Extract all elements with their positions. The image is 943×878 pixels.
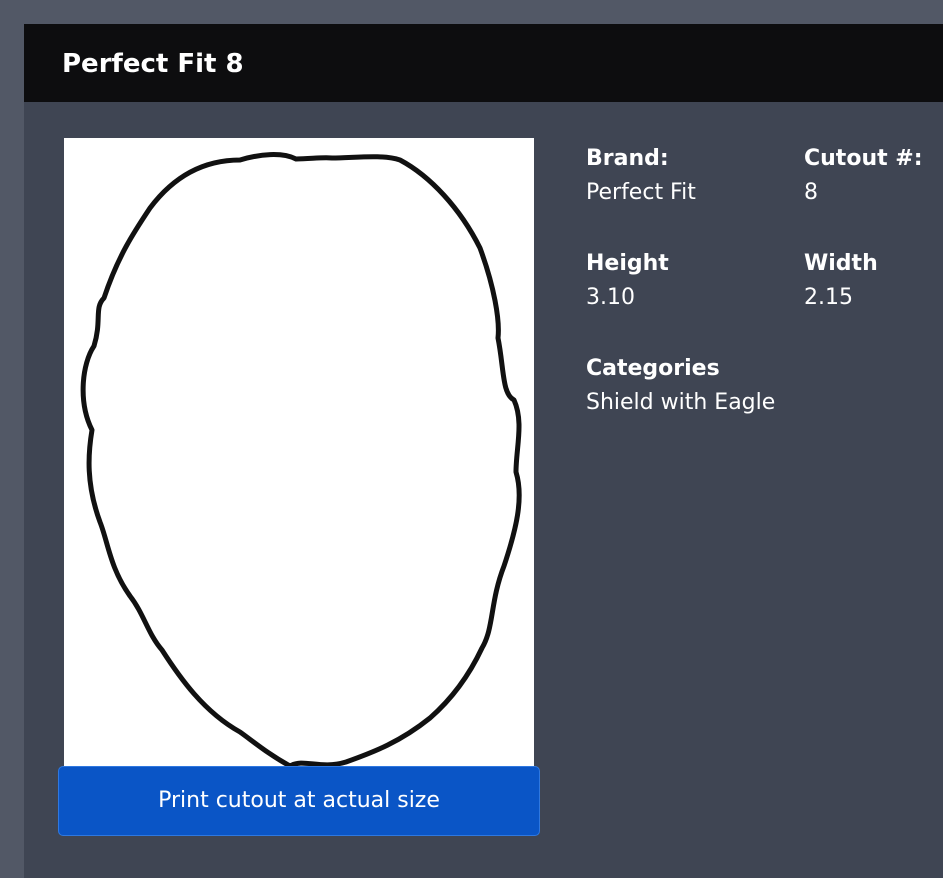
panel-header: Perfect Fit 8 bbox=[24, 24, 943, 102]
width-label: Width bbox=[804, 251, 878, 276]
cutout-detail-panel: Perfect Fit 8 Print cutout at actual siz… bbox=[24, 24, 943, 878]
categories-label: Categories bbox=[586, 356, 720, 381]
cutout-number-field: Cutout #: 8 bbox=[804, 144, 923, 208]
height-field: Height 3.10 bbox=[586, 249, 669, 313]
cutout-number-label: Cutout #: bbox=[804, 146, 923, 171]
brand-value: Perfect Fit bbox=[586, 180, 696, 205]
brand-label: Brand: bbox=[586, 146, 669, 171]
cutout-preview bbox=[64, 138, 534, 768]
height-label: Height bbox=[586, 251, 669, 276]
categories-value[interactable]: Shield with Eagle bbox=[586, 388, 775, 418]
categories-field: Categories Shield with Eagle bbox=[586, 354, 775, 418]
height-value: 3.10 bbox=[586, 285, 635, 310]
cutout-number-value: 8 bbox=[804, 180, 818, 205]
page-title: Perfect Fit 8 bbox=[62, 49, 244, 79]
oval-cutout-outline-icon bbox=[80, 152, 522, 768]
width-value: 2.15 bbox=[804, 285, 853, 310]
page-background: Perfect Fit 8 Print cutout at actual siz… bbox=[0, 0, 943, 878]
width-field: Width 2.15 bbox=[804, 249, 878, 313]
brand-field: Brand: Perfect Fit bbox=[586, 144, 696, 208]
print-cutout-button[interactable]: Print cutout at actual size bbox=[58, 766, 540, 836]
